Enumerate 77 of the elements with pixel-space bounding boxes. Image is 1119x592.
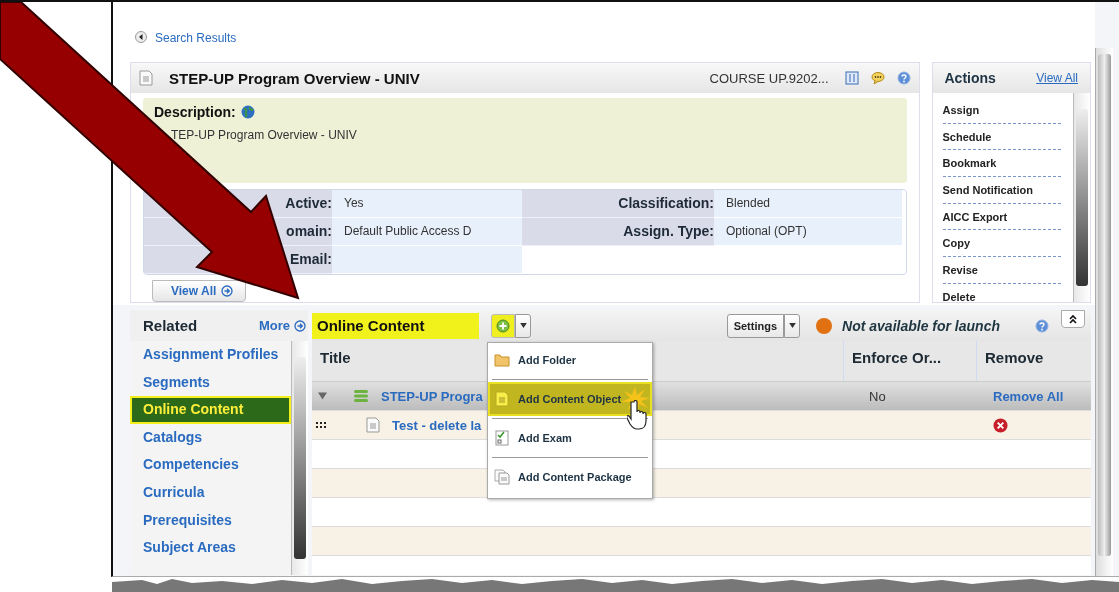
- related-item[interactable]: Subject Areas: [130, 534, 291, 562]
- action-item[interactable]: AICC Export: [942, 203, 1061, 231]
- stack-icon: [353, 389, 369, 403]
- comment-icon[interactable]: [870, 71, 885, 85]
- course-title: STEP-UP Program Overview - UNIV: [169, 69, 420, 87]
- page-scrollbar[interactable]: [1095, 48, 1113, 576]
- menu-item[interactable]: Add Folder: [488, 343, 652, 377]
- action-item[interactable]: Send Notification: [942, 177, 1061, 204]
- checklist-icon: [494, 430, 510, 446]
- collapse-triangle-icon[interactable]: [318, 392, 327, 400]
- double-chevron-up-icon: [1068, 314, 1078, 324]
- document-icon: [139, 70, 153, 86]
- group-title-link[interactable]: STEP-UP Progra: [381, 388, 483, 404]
- action-item[interactable]: Delete: [942, 283, 1061, 302]
- action-item[interactable]: Revise: [942, 257, 1061, 284]
- status-text: Not available for launch: [842, 317, 1000, 334]
- menu-item[interactable]: Add Exam: [488, 421, 652, 455]
- caret-icon: [788, 323, 796, 328]
- remove-all-link[interactable]: Remove All: [993, 388, 1064, 404]
- description-text: TEP-UP Program Overview - UNIV: [170, 128, 358, 142]
- help-icon[interactable]: [896, 71, 911, 85]
- related-item[interactable]: Segments: [130, 368, 291, 397]
- field-value: Blended: [726, 196, 771, 210]
- status-dot: [816, 317, 833, 334]
- dropdown-button[interactable]: [515, 313, 531, 338]
- table-cell: No: [869, 388, 886, 404]
- related-item[interactable]: Online Content: [130, 396, 291, 424]
- actions-title: Actions: [944, 70, 996, 86]
- related-item[interactable]: Competencies: [130, 451, 291, 479]
- arrow-circle-icon: [221, 285, 234, 297]
- course-code: COURSE UP.9202...: [709, 70, 829, 86]
- help-icon[interactable]: [1035, 318, 1049, 333]
- field-value: Default Public Access D: [344, 224, 472, 238]
- field-label: Email:: [290, 251, 332, 267]
- hand-cursor-icon: [627, 400, 649, 430]
- scrollbar[interactable]: [1073, 93, 1090, 302]
- related-title: Related: [143, 317, 198, 334]
- action-item[interactable]: Assign: [942, 97, 1061, 124]
- content-title: Online Content: [312, 312, 479, 339]
- field-label: Assign. Type:: [623, 223, 714, 239]
- action-item[interactable]: Copy: [942, 230, 1061, 258]
- document-icon: [366, 417, 380, 433]
- related-item[interactable]: Prerequisites: [130, 506, 291, 535]
- action-item[interactable]: Bookmark: [942, 150, 1061, 178]
- arrow-circle-icon: [294, 319, 306, 332]
- document-icon: [494, 391, 510, 407]
- documents-icon: [494, 469, 510, 485]
- field-value: Yes: [344, 196, 364, 210]
- related-item[interactable]: Catalogs: [130, 423, 291, 452]
- field-label: Active:: [285, 195, 332, 211]
- drag-handle-icon[interactable]: [316, 422, 326, 428]
- menu-item[interactable]: Add Content Package: [488, 460, 652, 494]
- scrollbar[interactable]: [291, 341, 308, 575]
- plus-icon: [496, 318, 510, 333]
- related-item[interactable]: Curricula: [130, 478, 291, 507]
- column-header[interactable]: Title: [320, 349, 351, 366]
- menu-item[interactable]: Add Content Object: [488, 382, 652, 416]
- more-link[interactable]: More: [258, 318, 306, 333]
- description-label: Description:: [154, 104, 236, 120]
- column-header[interactable]: Remove: [985, 349, 1044, 366]
- related-item[interactable]: Assignment Profiles: [130, 341, 291, 369]
- view-all-link[interactable]: View All: [1036, 71, 1078, 85]
- search-results-link[interactable]: Search Results: [155, 31, 237, 45]
- item-title-link[interactable]: Test - delete la: [392, 417, 482, 433]
- folder-icon: [494, 352, 510, 368]
- field-value: Optional (OPT): [726, 224, 807, 238]
- action-item[interactable]: Schedule: [942, 123, 1061, 151]
- dropdown-button[interactable]: [784, 313, 801, 338]
- remove-icon[interactable]: [993, 417, 1008, 433]
- globe-icon: [240, 105, 255, 119]
- caret-icon: [519, 323, 527, 328]
- view-all-button[interactable]: View All: [152, 280, 247, 302]
- collapse-button[interactable]: [1061, 310, 1085, 328]
- field-label: omain:: [286, 223, 332, 239]
- settings-button[interactable]: Settings: [726, 313, 785, 338]
- column-header[interactable]: Enforce Or...: [852, 349, 942, 366]
- field-label: Classification:: [618, 195, 714, 211]
